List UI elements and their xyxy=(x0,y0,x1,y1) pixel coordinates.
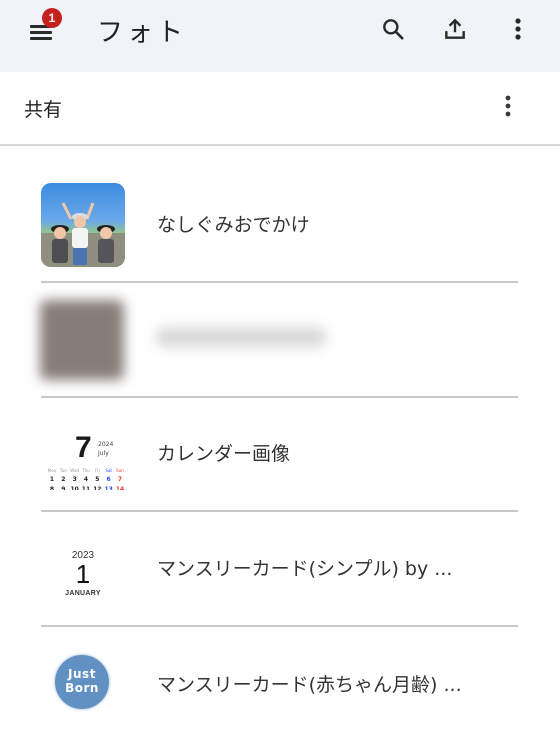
album-item[interactable]: Just Born マンスリーカード(赤ちゃん月齢) ... xyxy=(0,627,560,733)
shared-section-header: 共有 xyxy=(0,72,560,146)
calendar-week-1: 1 2 3 4 5 6 7 xyxy=(49,476,123,483)
album-title: マンスリーカード(シンプル) by ... xyxy=(157,558,453,580)
card-day: 1 xyxy=(75,559,91,589)
album-title: カレンダー画像 xyxy=(157,443,291,465)
album-thumbnail-calendar: 7 2024 July Mon Tue Wed Thu Fri Sat Sun … xyxy=(41,428,125,498)
app-title: フォト xyxy=(97,18,188,48)
menu-button[interactable]: 1 xyxy=(24,8,64,50)
album-thumbnail-blurred xyxy=(40,300,124,380)
notification-badge: 1 xyxy=(42,8,62,28)
album-thumbnail-monthly-card: 2023 1 JANUARY xyxy=(41,538,125,622)
album-item[interactable]: 7 2024 July Mon Tue Wed Thu Fri Sat Sun … xyxy=(0,398,560,512)
just-born-badge: Just Born xyxy=(55,655,109,709)
upload-button[interactable] xyxy=(437,11,473,47)
calendar-week-2: 8 9 10 11 12 13 14 xyxy=(49,486,125,490)
search-icon xyxy=(383,19,404,40)
card-month: JANUARY xyxy=(65,590,101,597)
children-photo-image xyxy=(41,202,125,267)
more-vert-icon xyxy=(505,95,511,117)
more-options-button[interactable] xyxy=(500,11,536,47)
album-title-blurred xyxy=(156,327,326,347)
more-vert-icon xyxy=(515,18,521,40)
section-title: 共有 xyxy=(24,99,63,121)
calendar-day: 7 xyxy=(75,431,92,464)
app-bar: 1 フォト xyxy=(0,0,560,72)
upload-icon xyxy=(445,18,465,39)
calendar-year: 2024 xyxy=(98,441,114,448)
calendar-weekdays: Mon Tue Wed Thu Fri Sat Sun xyxy=(47,468,124,473)
album-item[interactable]: 2023 1 JANUARY マンスリーカード(シンプル) by ... xyxy=(0,512,560,626)
album-thumbnail-just-born: Just Born xyxy=(41,641,125,725)
album-title: マンスリーカード(赤ちゃん月齢) ... xyxy=(157,674,462,696)
album-thumbnail-photo xyxy=(41,183,125,267)
search-button[interactable] xyxy=(375,11,411,47)
blurred-album-content xyxy=(34,292,434,387)
album-item[interactable]: なしぐみおでかけ xyxy=(0,168,560,282)
album-title: なしぐみおでかけ xyxy=(157,214,310,236)
section-more-button[interactable] xyxy=(494,90,522,122)
calendar-month: July xyxy=(98,450,109,457)
